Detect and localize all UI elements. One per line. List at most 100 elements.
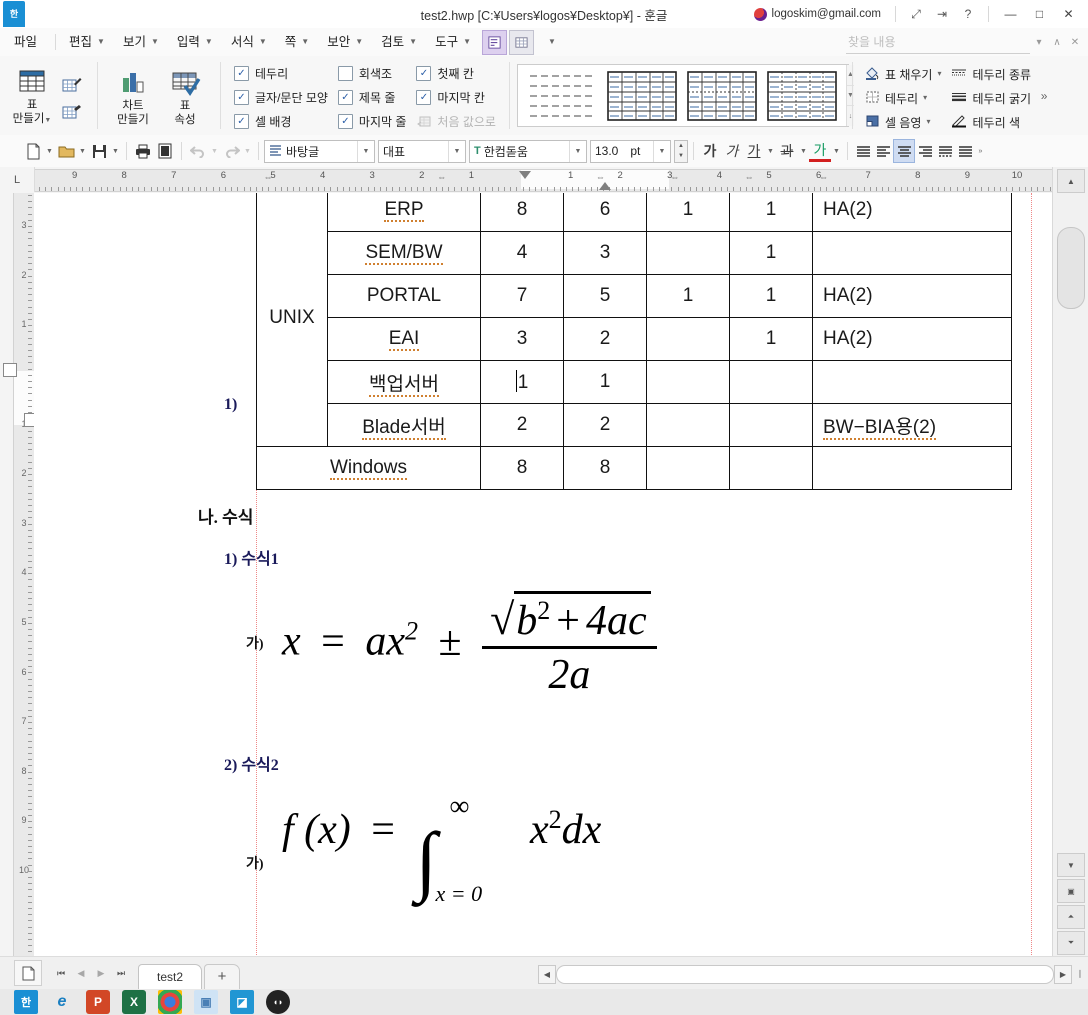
table-row[interactable]: PORTAL 7 5 1 1 HA(2) [257, 274, 1012, 318]
first-line-indent-handle[interactable] [519, 171, 531, 179]
paragraph-style-select[interactable]: 바탕글 ▼ [264, 139, 375, 163]
table-row[interactable]: Blade서버 2 2 BW−BIA용(2) [257, 403, 1012, 447]
bold-button[interactable]: 가 [699, 139, 721, 163]
menu-insert[interactable]: 입력 ▼ [168, 31, 222, 53]
checkbox-border[interactable]: ✓ 테두리 [232, 64, 334, 83]
redo-icon[interactable] [220, 139, 242, 163]
vertical-ruler[interactable]: 32112345678910 [0, 193, 35, 957]
stepper-up-icon[interactable]: ▲ [675, 141, 687, 152]
font-color-caret-icon[interactable]: ▼ [831, 139, 842, 163]
next-page-button[interactable]: ⏷ [1057, 931, 1085, 955]
menu-view[interactable]: 보기 ▼ [114, 31, 168, 53]
ribbon-expand-icon[interactable]: » [1036, 56, 1052, 135]
equation2[interactable]: f (x) = ∫ ∞ x = 0 x2dx [282, 791, 601, 906]
table-row[interactable]: 백업서버 1 1 [257, 360, 1012, 404]
search-input[interactable] [846, 30, 1030, 54]
cell-note[interactable] [812, 360, 1012, 404]
cell-note[interactable]: BW−BIA용(2) [812, 403, 1012, 447]
chevron-down-icon[interactable]: ▼ [569, 140, 586, 162]
cell-name[interactable]: 백업서버 [327, 360, 481, 404]
page-layout-button[interactable]: ▣ [1057, 879, 1085, 903]
border-button[interactable]: 테두리 ▾ [860, 88, 947, 109]
hscroll-end-button[interactable]: ❘ [1072, 965, 1088, 982]
cell-c3[interactable] [646, 317, 730, 361]
gallery-style-1[interactable] [606, 69, 678, 123]
align-right-button[interactable] [915, 140, 935, 162]
document-page[interactable]: 1) UNIX ERP 8 6 1 1 HA(2) SEM/BW 4 3 1 P… [34, 193, 1053, 957]
server-inventory-table[interactable]: UNIX ERP 8 6 1 1 HA(2) SEM/BW 4 3 1 PORT… [256, 193, 1012, 490]
vscroll-thumb[interactable] [1057, 227, 1085, 309]
taskbar-hangul-icon[interactable]: 한 [14, 990, 38, 1014]
menu-tools[interactable]: 도구 ▼ [426, 31, 480, 53]
h-ruler-tab-marker[interactable]: ⇔ [264, 172, 273, 182]
cell-c1[interactable]: 3 [480, 317, 564, 361]
last-tab-button[interactable]: ⏭ [112, 962, 130, 984]
taskbar-qq-penguin-icon[interactable]: ◖◗ [266, 990, 290, 1014]
h-ruler-tab-marker[interactable]: ⇔ [437, 172, 446, 182]
underline-caret-icon[interactable]: ▼ [765, 139, 776, 163]
chevron-down-icon[interactable]: ▾ [926, 117, 930, 126]
cell-c4[interactable]: 1 [729, 274, 813, 318]
add-tab-button[interactable]: + [204, 963, 241, 989]
menu-format[interactable]: 서식 ▼ [222, 31, 276, 53]
font-size-stepper[interactable]: ▲ ▼ [674, 139, 688, 163]
chevron-down-icon[interactable]: ▼ [653, 140, 670, 162]
dock-panel-icon[interactable]: ⇥ [930, 3, 954, 25]
h-ruler-tab-marker[interactable]: ⇔ [745, 172, 754, 182]
checkbox-title-row[interactable]: ✓ 제목 줄 [336, 88, 413, 107]
prev-tab-button[interactable]: ◀ [72, 962, 90, 984]
expand-view-icon[interactable]: ⤢ [904, 3, 928, 25]
table-row[interactable]: EAI 3 2 1 HA(2) [257, 317, 1012, 361]
table-fill-button[interactable]: 표 채우기 ▾ [860, 64, 947, 85]
search-dropdown-icon[interactable]: ▾ [1030, 32, 1048, 52]
vscroll-down-button[interactable]: ▼ [1057, 853, 1085, 877]
font-size-select[interactable]: 13.0 pt ▼ [590, 139, 671, 163]
strikethrough-button[interactable]: 과 [776, 139, 798, 163]
table-style-gallery[interactable]: ▲ ▼ ↓ [516, 64, 854, 127]
cell-c4[interactable]: 1 [729, 231, 813, 275]
gallery-style-2[interactable] [686, 69, 758, 123]
border-color-button[interactable]: 테두리 색 [946, 112, 1036, 133]
cell-c1[interactable]: 2 [480, 403, 564, 447]
new-doc-caret-icon[interactable]: ▼ [44, 139, 55, 163]
search-up-icon[interactable]: ∧ [1048, 32, 1066, 52]
cell-note[interactable]: HA(2) [812, 317, 1012, 361]
align-distribute-button[interactable] [935, 140, 955, 162]
cell-name[interactable]: EAI [327, 317, 481, 361]
page-icon[interactable] [14, 960, 42, 986]
cell-note[interactable]: HA(2) [812, 193, 1012, 232]
checkbox-cell-background[interactable]: ✓ 셀 배경 [232, 112, 334, 131]
edit-mode-icon[interactable] [482, 29, 508, 55]
cell-c1[interactable]: 1 [480, 360, 564, 404]
h-ruler-track[interactable]: 9876543211234567891011⇔⇔⇔⇔⇔⇔ [34, 169, 1075, 192]
cell-c3[interactable] [646, 360, 730, 404]
taskbar-internet-explorer-icon[interactable]: e [50, 990, 74, 1014]
cell-c3[interactable]: 1 [646, 193, 730, 232]
cell-c2[interactable]: 2 [563, 317, 647, 361]
h-ruler-tab-marker[interactable]: ⇔ [819, 172, 828, 182]
cell-c4[interactable]: 1 [729, 193, 813, 232]
table-row-last[interactable]: Windows 8 8 [256, 446, 1012, 490]
prev-page-button[interactable]: ⏶ [1057, 905, 1085, 929]
menu-file[interactable]: 파일 [0, 31, 51, 53]
cell-note[interactable] [812, 231, 1012, 275]
cell-note[interactable]: HA(2) [812, 274, 1012, 318]
checkbox-first-column[interactable]: ✓ 첫째 칸 [414, 64, 502, 83]
cell-note[interactable] [812, 446, 1012, 490]
align-left-button[interactable] [873, 140, 893, 162]
cell-name[interactable]: ERP [327, 193, 481, 232]
cell-c3[interactable]: 1 [646, 274, 730, 318]
open-folder-icon[interactable] [55, 139, 77, 163]
new-doc-icon[interactable] [22, 139, 44, 163]
equation1[interactable]: x = ax2 ± √b2 +4ac 2a [282, 591, 657, 699]
cell-c3[interactable] [646, 446, 730, 490]
h-ruler-tab-marker[interactable]: ⇔ [670, 172, 679, 182]
checkbox-char-para-shape[interactable]: ✓ 글자/문단 모양 [232, 88, 334, 107]
taskbar-excel-icon[interactable]: X [122, 990, 146, 1014]
search-close-icon[interactable]: ✕ [1066, 32, 1084, 52]
first-tab-button[interactable]: ⏮ [52, 962, 70, 984]
cell-name[interactable]: Blade서버 [327, 403, 481, 447]
border-weight-button[interactable]: 테두리 굵기 [946, 88, 1036, 109]
make-table-button[interactable]: 표 만들기▼ [6, 63, 58, 128]
cell-c3[interactable] [646, 403, 730, 447]
